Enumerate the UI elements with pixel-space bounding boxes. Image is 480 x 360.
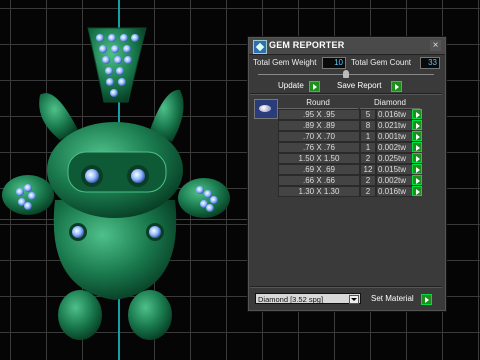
row-select-button[interactable] bbox=[412, 153, 422, 163]
total-gem-count-value: 33 bbox=[420, 57, 440, 69]
row-select-button[interactable] bbox=[412, 131, 422, 141]
row-size: .89 X .89 bbox=[278, 120, 360, 131]
save-report-button-label[interactable]: Save Report bbox=[337, 81, 381, 90]
row-count: 1 bbox=[360, 142, 376, 153]
row-weight: 0.015tw bbox=[376, 164, 413, 175]
panel-titlebar[interactable]: GEM REPORTER × bbox=[249, 38, 445, 55]
material-select[interactable]: Diamond [3.52 spg] bbox=[255, 293, 361, 304]
row-weight: 0.002tw bbox=[376, 142, 413, 153]
row-select-button[interactable] bbox=[412, 142, 422, 152]
row-size: .70 X .70 bbox=[278, 131, 360, 142]
row-count: 2 bbox=[360, 186, 376, 197]
row-select-button[interactable] bbox=[412, 186, 422, 196]
row-count: 2 bbox=[360, 153, 376, 164]
row-count: 5 bbox=[360, 109, 376, 120]
set-material-button-label[interactable]: Set Material bbox=[371, 294, 414, 303]
row-size: 1.30 X 1.30 bbox=[278, 186, 360, 197]
row-select-button[interactable] bbox=[412, 164, 422, 174]
row-size: .69 X .69 bbox=[278, 164, 360, 175]
row-size: .66 X .66 bbox=[278, 175, 360, 186]
row-weight: 0.016tw bbox=[376, 109, 413, 120]
set-material-button[interactable] bbox=[421, 294, 432, 305]
row-weight: 0.021tw bbox=[376, 120, 413, 131]
row-size: .95 X .95 bbox=[278, 109, 360, 120]
update-button-label[interactable]: Update bbox=[278, 81, 304, 90]
row-count: 8 bbox=[360, 120, 376, 131]
row-weight: 0.001tw bbox=[376, 131, 413, 142]
total-gem-weight-label: Total Gem Weight bbox=[253, 58, 317, 67]
material-select-value: Diamond [3.52 spg] bbox=[258, 295, 324, 304]
row-select-button[interactable] bbox=[412, 175, 422, 185]
update-button[interactable] bbox=[309, 81, 320, 92]
close-icon[interactable]: × bbox=[430, 40, 441, 51]
row-weight: 0.002tw bbox=[376, 175, 413, 186]
save-report-button[interactable] bbox=[391, 81, 402, 92]
robot-pendant-model[interactable] bbox=[0, 0, 250, 360]
round-gem-icon bbox=[254, 99, 278, 119]
panel-title: GEM REPORTER bbox=[269, 40, 345, 50]
total-gem-count-label: Total Gem Count bbox=[351, 58, 412, 67]
row-count: 2 bbox=[360, 175, 376, 186]
slider-knob[interactable] bbox=[343, 70, 349, 78]
divider-bottom bbox=[250, 286, 442, 288]
row-size: 1.50 X 1.50 bbox=[278, 153, 360, 164]
row-size: .76 X .76 bbox=[278, 142, 360, 153]
row-select-button[interactable] bbox=[412, 120, 422, 130]
row-count: 1 bbox=[360, 131, 376, 142]
row-weight: 0.025tw bbox=[376, 153, 413, 164]
column-header-shape: Round bbox=[278, 98, 358, 109]
total-gem-weight-value: 10 bbox=[322, 57, 346, 69]
chevron-down-icon[interactable] bbox=[349, 295, 359, 304]
row-select-button[interactable] bbox=[412, 109, 422, 119]
column-header-material: Diamond bbox=[360, 98, 420, 109]
divider-top bbox=[250, 93, 442, 95]
gem-reporter-icon bbox=[253, 40, 267, 54]
row-weight: 0.016tw bbox=[376, 186, 413, 197]
row-count: 12 bbox=[360, 164, 376, 175]
